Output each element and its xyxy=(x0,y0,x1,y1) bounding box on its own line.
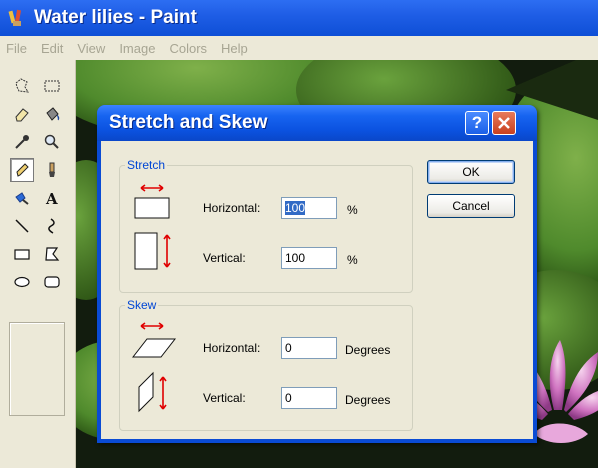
menubar: File Edit View Image Colors Help xyxy=(0,36,598,60)
stretch-horizontal-icon xyxy=(134,184,170,219)
dialog-title: Stretch and Skew xyxy=(109,112,268,133)
stretch-legend: Stretch xyxy=(125,158,168,172)
window-title: Water lilies - Paint xyxy=(34,7,197,28)
skew-horizontal-label: Horizontal: xyxy=(203,341,261,355)
paint-app-icon xyxy=(8,9,26,27)
stretch-horizontal-unit: % xyxy=(347,203,358,217)
help-button[interactable]: ? xyxy=(465,111,489,135)
skew-horizontal-input[interactable]: 0 xyxy=(281,337,337,359)
skew-vertical-label: Vertical: xyxy=(203,391,246,405)
stretch-vertical-unit: % xyxy=(347,253,358,267)
menu-file[interactable]: File xyxy=(6,41,27,56)
menu-image[interactable]: Image xyxy=(119,41,155,56)
free-form-select-icon[interactable] xyxy=(10,74,34,98)
line-icon[interactable] xyxy=(10,214,34,238)
rectangle-select-icon[interactable] xyxy=(40,74,64,98)
window-titlebar[interactable]: Water lilies - Paint xyxy=(0,0,598,36)
dialog-titlebar[interactable]: Stretch and Skew ? xyxy=(97,105,537,141)
skew-vertical-icon xyxy=(138,371,167,413)
toolbox: A xyxy=(0,60,76,468)
svg-text:A: A xyxy=(45,190,58,207)
close-icon xyxy=(498,117,510,129)
skew-vertical-value: 0 xyxy=(285,391,292,405)
dialog-body: Stretch Horizontal: 100 % Vertical: 100 … xyxy=(101,141,533,439)
polygon-icon[interactable] xyxy=(40,242,64,266)
menu-colors[interactable]: Colors xyxy=(169,41,207,56)
ellipse-icon[interactable] xyxy=(10,270,34,294)
close-button[interactable] xyxy=(492,111,516,135)
stretch-vertical-input[interactable]: 100 xyxy=(281,247,337,269)
airbrush-icon[interactable] xyxy=(10,186,34,210)
skew-legend: Skew xyxy=(125,298,159,312)
skew-vertical-unit: Degrees xyxy=(345,393,391,407)
stretch-vertical-value: 100 xyxy=(285,251,306,265)
skew-horizontal-icon xyxy=(131,322,177,358)
stretch-vertical-icon xyxy=(134,232,171,270)
stretch-horizontal-label: Horizontal: xyxy=(203,201,261,215)
ok-button[interactable]: OK xyxy=(427,160,515,184)
stretch-horizontal-input[interactable]: 100 xyxy=(281,197,337,219)
fill-with-color-icon[interactable] xyxy=(40,102,64,126)
tool-options-box[interactable] xyxy=(9,322,65,416)
brush-icon[interactable] xyxy=(40,158,64,182)
menu-help[interactable]: Help xyxy=(221,41,248,56)
menu-view[interactable]: View xyxy=(77,41,105,56)
eraser-icon[interactable] xyxy=(10,102,34,126)
skew-vertical-input[interactable]: 0 xyxy=(281,387,337,409)
stretch-vertical-label: Vertical: xyxy=(203,251,246,265)
stretch-horizontal-value: 100 xyxy=(285,201,306,215)
rounded-rectangle-icon[interactable] xyxy=(40,270,64,294)
rectangle-icon[interactable] xyxy=(10,242,34,266)
pick-color-icon[interactable] xyxy=(10,130,34,154)
stretch-skew-dialog: Stretch and Skew ? Stretch Horizontal: 1… xyxy=(97,105,537,443)
curve-icon[interactable] xyxy=(40,214,64,238)
skew-horizontal-value: 0 xyxy=(285,341,292,355)
magnifier-icon[interactable] xyxy=(40,130,64,154)
menu-edit[interactable]: Edit xyxy=(41,41,63,56)
text-icon[interactable]: A xyxy=(40,186,64,210)
pencil-icon[interactable] xyxy=(10,158,34,182)
skew-horizontal-unit: Degrees xyxy=(345,343,391,357)
cancel-button[interactable]: Cancel xyxy=(427,194,515,218)
